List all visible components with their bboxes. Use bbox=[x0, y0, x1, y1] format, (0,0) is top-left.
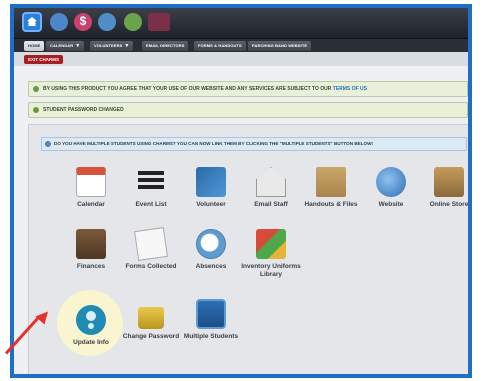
tile-online-store[interactable]: Online Store bbox=[417, 167, 469, 209]
tile-update-info[interactable]: Update Info bbox=[59, 305, 123, 347]
top-icon-bar bbox=[14, 8, 468, 38]
event-list-icon bbox=[136, 167, 166, 197]
update-info-icon bbox=[76, 305, 106, 335]
tab-band-website-label: PARCHING BAND WEBSITE bbox=[252, 43, 308, 48]
tile-handouts-files[interactable]: Handouts & Files bbox=[299, 167, 363, 209]
tab-forms-handouts-label: FORMS & HANDOUTS bbox=[198, 43, 242, 48]
password-notice-text: STUDENT PASSWORD CHANGED bbox=[43, 107, 124, 113]
calendar-icon bbox=[76, 167, 106, 197]
absences-icon bbox=[196, 229, 226, 259]
tab-calendar-label: CALENDAR bbox=[50, 43, 74, 48]
tab-email-directors-label: EMAIL DIRECTORS bbox=[146, 43, 185, 48]
info-dot-icon bbox=[33, 107, 39, 113]
online-store-icon bbox=[434, 167, 464, 197]
tile-forms-collected[interactable]: Forms Collected bbox=[119, 227, 183, 271]
tile-website[interactable]: Website bbox=[359, 167, 423, 209]
finances-icon bbox=[76, 229, 106, 259]
terms-link[interactable]: TERMS OF US bbox=[333, 86, 367, 92]
multiple-notice-text: DO YOU HAVE MULTIPLE STUDENTS USING CHAR… bbox=[54, 141, 373, 146]
tile-label: Forms Collected bbox=[125, 263, 177, 270]
inventory-icon bbox=[256, 229, 286, 259]
tab-email-directors[interactable]: EMAIL DIRECTORS bbox=[142, 41, 189, 51]
tile-event-list[interactable]: Event List bbox=[119, 167, 183, 209]
tile-label: Online Store bbox=[429, 201, 469, 208]
main-panel: DO YOU HAVE MULTIPLE STUDENTS USING CHAR… bbox=[28, 124, 469, 374]
exit-charms-button[interactable]: EXIT CHARMS bbox=[24, 55, 64, 64]
tile-volunteer[interactable]: Volunteer bbox=[179, 167, 243, 209]
tab-band-website[interactable]: PARCHING BAND WEBSITE bbox=[248, 41, 312, 51]
home-icon[interactable] bbox=[22, 12, 42, 32]
tile-label: Finances bbox=[76, 263, 106, 270]
tile-label: Calendar bbox=[77, 201, 105, 208]
tile-change-password[interactable]: Change Password bbox=[119, 299, 183, 341]
info-dot-icon bbox=[33, 86, 39, 92]
password-changed-notice: STUDENT PASSWORD CHANGED bbox=[28, 102, 468, 118]
change-password-icon bbox=[138, 307, 164, 329]
forms-collected-icon bbox=[134, 227, 168, 261]
chevron-down-icon: ▼ bbox=[75, 43, 81, 49]
tile-label: Website bbox=[378, 201, 404, 208]
tile-label: Inventory Uniforms Library bbox=[241, 263, 301, 278]
tile-label: Event List bbox=[135, 201, 167, 208]
tile-label: Email Staff bbox=[254, 201, 288, 208]
multiple-students-icon bbox=[196, 299, 226, 329]
volunteer-icon bbox=[196, 167, 226, 197]
dollar-icon[interactable] bbox=[74, 13, 92, 31]
terms-notice: BY USING THIS PRODUCT YOU AGREE THAT YOU… bbox=[28, 81, 468, 97]
tile-multiple-students[interactable]: Multiple Students bbox=[179, 299, 243, 341]
email-staff-icon bbox=[256, 167, 286, 197]
browser-frame: HOME CALENDAR▼ VOLUNTEERS▼ EMAIL DIRECTO… bbox=[10, 4, 472, 378]
chevron-down-icon: ▼ bbox=[124, 43, 130, 49]
tile-inventory[interactable]: Inventory Uniforms Library bbox=[239, 229, 303, 279]
tile-label: Multiple Students bbox=[183, 333, 239, 340]
star-icon[interactable] bbox=[124, 13, 142, 31]
tile-label: Change Password bbox=[122, 333, 180, 340]
tile-email-staff[interactable]: Email Staff bbox=[239, 167, 303, 209]
tile-label: Volunteer bbox=[196, 201, 226, 208]
tab-forms-handouts[interactable]: FORMS & HANDOUTS bbox=[194, 41, 246, 51]
info-dot-icon bbox=[45, 141, 51, 147]
tab-volunteers-label: VOLUNTEERS bbox=[94, 43, 123, 48]
tile-absences[interactable]: Absences bbox=[179, 229, 243, 271]
terms-notice-text: BY USING THIS PRODUCT YOU AGREE THAT YOU… bbox=[43, 86, 332, 92]
tile-finances[interactable]: Finances bbox=[59, 229, 123, 271]
tile-label: Absences bbox=[195, 263, 227, 270]
tile-label: Update Info bbox=[73, 339, 109, 346]
tab-bar: HOME CALENDAR ▼ VOLUNTEERS ▼ EMAIL DIRECTO… bbox=[14, 38, 468, 52]
multiple-students-notice: DO YOU HAVE MULTIPLE STUDENTS USING CHAR… bbox=[41, 137, 467, 151]
exit-bar: EXIT CHARMS bbox=[14, 52, 468, 66]
tab-home-label: HOME bbox=[28, 43, 41, 48]
car-icon[interactable] bbox=[98, 13, 116, 31]
tab-calendar[interactable]: CALENDAR ▼ bbox=[46, 41, 85, 51]
person-icon[interactable] bbox=[50, 13, 68, 31]
website-icon bbox=[376, 167, 406, 197]
tab-home[interactable]: HOME bbox=[24, 41, 45, 51]
tab-volunteers[interactable]: VOLUNTEERS ▼ bbox=[90, 41, 134, 51]
handouts-files-icon bbox=[316, 167, 346, 197]
cart-icon[interactable] bbox=[148, 13, 170, 31]
tile-calendar[interactable]: Calendar bbox=[59, 167, 123, 209]
tile-label: Handouts & Files bbox=[304, 201, 358, 208]
